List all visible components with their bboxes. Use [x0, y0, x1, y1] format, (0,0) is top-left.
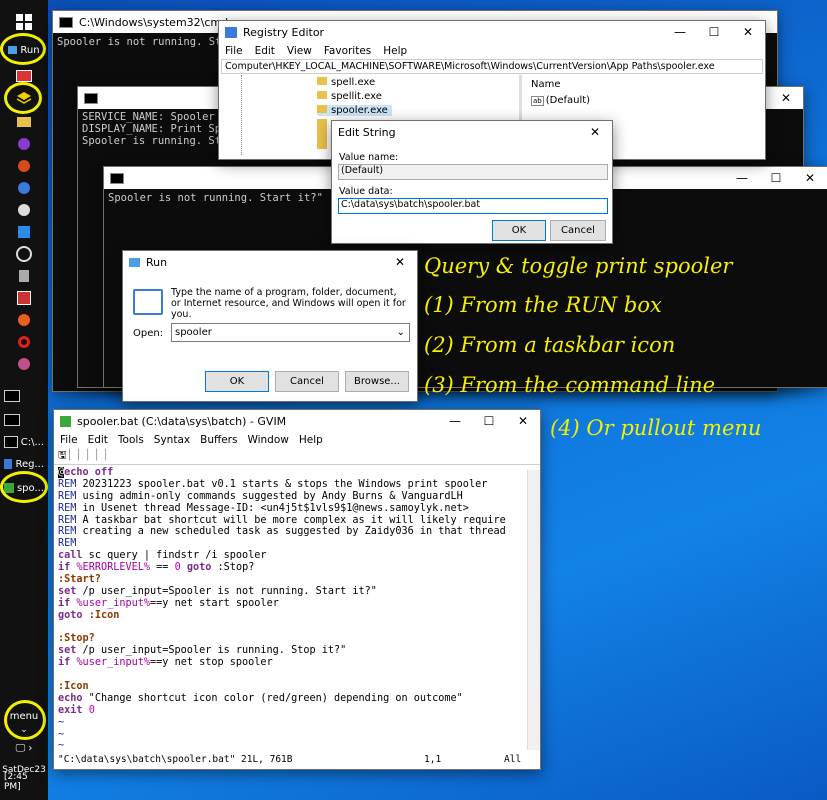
value-data-label: Value data:: [339, 186, 393, 197]
save-icon[interactable]: 🖫: [58, 450, 67, 461]
run-cancel-button[interactable]: Cancel: [275, 371, 339, 392]
app-icon-pink[interactable]: [4, 354, 44, 374]
close-icon[interactable]: ✕: [506, 410, 540, 432]
value-name-field: (Default): [338, 164, 608, 180]
vim-icon: [60, 415, 71, 427]
status-all: All: [504, 754, 522, 765]
status-file: "C:\data\sys\batch\spooler.bat" 21L, 761…: [58, 754, 293, 765]
annotation-pullout-menu: (4) Or pullout menu: [550, 416, 762, 440]
gvim-statusline: "C:\data\sys\batch\spooler.bat" 21L, 761…: [54, 754, 540, 767]
value-name-label: Value name:: [339, 152, 399, 163]
menu-help[interactable]: Help: [383, 45, 407, 57]
cmd-icon: [110, 172, 124, 184]
menu-syntax[interactable]: Syntax: [154, 434, 190, 446]
value-data-field[interactable]: C:\data\sys\batch\spooler.bat: [338, 198, 608, 214]
menu-edit[interactable]: Edit: [88, 434, 108, 446]
folder-icon: [317, 77, 327, 85]
tree-item-selected[interactable]: spooler.exe: [317, 105, 392, 116]
column-header-name[interactable]: Name: [531, 79, 561, 90]
menu-tools[interactable]: Tools: [118, 434, 144, 446]
menu-buffers[interactable]: Buffers: [200, 434, 237, 446]
minimize-icon[interactable]: —: [663, 21, 697, 43]
opera-icon[interactable]: [4, 332, 44, 352]
cmd-taskbar-item[interactable]: [4, 386, 44, 406]
minimize-icon[interactable]: —: [725, 167, 759, 189]
cmd-taskbar-item-labeled[interactable]: C:\...: [4, 432, 44, 452]
maximize-icon[interactable]: ☐: [697, 21, 731, 43]
menu-favorites[interactable]: Favorites: [324, 45, 371, 57]
gvim-toolbar: 🖫│││││: [54, 448, 540, 465]
run-program-icon: [133, 289, 163, 315]
status-position: 1,1: [424, 754, 442, 765]
gvim-scrollbar[interactable]: [527, 470, 540, 750]
menu-view[interactable]: View: [287, 45, 312, 57]
tree-item[interactable]: spell.exe: [317, 77, 375, 88]
maximize-icon[interactable]: ☐: [759, 167, 793, 189]
highlight-ring: [4, 82, 42, 114]
app-icon-blue[interactable]: [4, 178, 44, 198]
edit-string-dialog[interactable]: Edit String ✕ Value name: (Default) Valu…: [331, 120, 613, 244]
app-icon-red[interactable]: [4, 156, 44, 176]
menu-window[interactable]: Window: [247, 434, 288, 446]
value-row-default[interactable]: ab (Default): [531, 95, 590, 106]
chevron-down-icon[interactable]: ⌄: [397, 324, 405, 341]
firefox-icon[interactable]: [4, 310, 44, 330]
annotation-taskbar-icon: (2) From a taskbar icon: [424, 333, 676, 357]
close-icon[interactable]: ✕: [793, 167, 827, 189]
taskbar-time: [2:45 PM]: [4, 772, 28, 792]
regedit-titlebar: Registry Editor — ☐ ✕: [219, 21, 765, 43]
highlight-ring: [0, 471, 48, 503]
annotation-command-line: (3) From the command line: [424, 373, 716, 397]
annotation-run-box: (1) From the RUN box: [424, 293, 662, 317]
run-titlebar: Run ✕: [123, 251, 417, 273]
maximize-icon[interactable]: ☐: [472, 410, 506, 432]
app-icon-grid[interactable]: [4, 288, 44, 308]
regedit-icon: [225, 26, 237, 38]
cmd-taskbar-item[interactable]: [4, 410, 44, 430]
system-tray-icons[interactable]: 🖵 ›: [4, 738, 44, 758]
highlight-ring: [0, 33, 46, 65]
taskbar: Run C:\... Reg... spo... menu ⌄ 🖵 › SatD…: [0, 0, 48, 800]
gvim-editor[interactable]: @echo off REM 20231223 spooler.bat v0.1 …: [54, 465, 540, 765]
run-description: Type the name of a program, folder, docu…: [171, 287, 406, 320]
windows-icon[interactable]: [4, 222, 44, 242]
gvim-window[interactable]: spooler.bat (C:\data\sys\batch) - GVIM —…: [53, 409, 541, 770]
menu-file[interactable]: File: [60, 434, 78, 446]
run-icon: [129, 257, 140, 267]
gvim-menubar: File Edit Tools Syntax Buffers Window He…: [54, 432, 540, 448]
run-browse-button[interactable]: Browse...: [345, 371, 409, 392]
menu-edit[interactable]: Edit: [255, 45, 275, 57]
open-label: Open:: [133, 328, 164, 339]
folder-icon: [317, 105, 327, 113]
run-ok-button[interactable]: OK: [205, 371, 269, 392]
run-dialog[interactable]: Run ✕ Type the name of a program, folder…: [122, 250, 418, 402]
close-icon[interactable]: ✕: [383, 251, 417, 273]
close-icon[interactable]: ✕: [731, 21, 765, 43]
gvim-titlebar: spooler.bat (C:\data\sys\batch) - GVIM —…: [54, 410, 540, 432]
ok-button[interactable]: OK: [492, 220, 546, 241]
string-value-icon: ab: [531, 96, 544, 106]
cmd-icon: [84, 92, 98, 104]
app-icon-white[interactable]: [4, 200, 44, 220]
highlight-ring: [4, 700, 46, 740]
run-open-input[interactable]: spooler ⌄: [171, 323, 410, 342]
edit-string-titlebar: Edit String ✕: [332, 121, 612, 143]
menu-file[interactable]: File: [225, 45, 243, 57]
cancel-button[interactable]: Cancel: [550, 220, 606, 241]
minimize-icon[interactable]: —: [438, 410, 472, 432]
folder-icon: [317, 91, 327, 99]
close-icon[interactable]: ✕: [578, 121, 612, 143]
regedit-address-bar[interactable]: Computer\HKEY_LOCAL_MACHINE\SOFTWARE\Mic…: [221, 59, 763, 74]
app-icon-gray[interactable]: [4, 266, 44, 286]
tree-item[interactable]: spellit.exe: [317, 91, 382, 102]
close-icon[interactable]: ✕: [769, 87, 803, 109]
app-icon-purple[interactable]: [4, 134, 44, 154]
app-icon-circle[interactable]: [4, 244, 44, 264]
folder-icon[interactable]: [4, 112, 44, 132]
cmd-icon: [59, 16, 73, 28]
annotation-title: Query & toggle print spooler: [424, 254, 733, 278]
regedit-menubar: File Edit View Favorites Help: [219, 43, 765, 59]
menu-help[interactable]: Help: [299, 434, 323, 446]
windows-start-icon[interactable]: [4, 12, 44, 32]
